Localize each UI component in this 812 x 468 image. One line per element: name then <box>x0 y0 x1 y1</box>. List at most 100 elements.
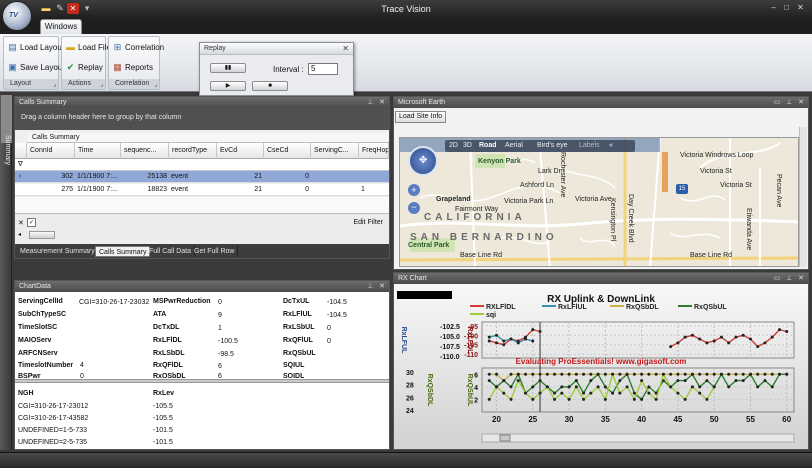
tab-get-full-row[interactable]: Get Full Row <box>191 246 239 257</box>
summary-side-tab[interactable]: Summary <box>1 95 12 165</box>
map-style-birds-eye[interactable]: Bird's eye <box>537 140 568 152</box>
table-row[interactable]: 275 1/1/1900 7:... 18823 event 21 0 1 <box>15 184 389 196</box>
map-compass-control[interactable]: ✥ <box>408 146 438 176</box>
map-mode-3d[interactable]: 3D <box>463 140 472 152</box>
bottom-series-0-point <box>524 372 528 376</box>
map-view[interactable]: 2D 3D Road Aerial Bird's eye Labels « ✥ … <box>399 137 799 267</box>
stop-icon: ■ <box>268 83 272 89</box>
scroll-left-icon[interactable]: ◂ <box>18 231 21 238</box>
earth-vertical-scrollbar[interactable] <box>799 127 807 267</box>
bottom-series-1-point <box>727 385 731 389</box>
save-layout-icon: ▣ <box>8 62 17 72</box>
column-header-recordtype[interactable]: recordType <box>169 143 217 159</box>
bottom-series-2-point <box>545 385 549 389</box>
minimize-icon[interactable]: – <box>768 3 779 13</box>
load-file-button[interactable]: ▬ Load File <box>64 42 111 54</box>
reports-button[interactable]: ▦ Reports <box>111 62 153 74</box>
filter-row[interactable]: ∇ <box>15 159 389 171</box>
cd-key: BSPwr <box>18 373 41 378</box>
map-mode-2d[interactable]: 2D <box>449 140 458 152</box>
reports-icon: ▦ <box>113 62 122 72</box>
status-bar <box>0 452 812 468</box>
bottom-series-0-point <box>618 372 622 376</box>
correlation-dialog-launcher-icon[interactable]: ⌟ <box>154 81 157 88</box>
tab-measurement-summary[interactable]: Measurement Summary <box>17 246 99 257</box>
play-icon: ▶ <box>225 83 231 89</box>
edit-filter-link[interactable]: Edit Filter <box>353 219 383 226</box>
column-header-connid[interactable]: ConnId <box>27 143 75 159</box>
bottom-series-2-point <box>495 385 499 389</box>
column-header-evcd[interactable]: EvCd <box>217 143 264 159</box>
column-header-csecd[interactable]: CseCd <box>264 143 311 159</box>
maximize-icon[interactable]: □ <box>781 3 792 13</box>
chartdata-pin-icon[interactable]: ⊥ <box>365 281 375 292</box>
bottom-series-1-point <box>690 372 694 376</box>
group-by-area[interactable]: Drag a column header here to group by th… <box>15 108 389 130</box>
load-site-info-button[interactable]: Load Site Info <box>395 111 447 123</box>
actions-dialog-launcher-icon[interactable]: ⌟ <box>100 81 103 88</box>
top-series-2-point <box>763 341 767 345</box>
map-toolbar: 2D 3D Road Aerial Bird's eye Labels « <box>445 140 635 152</box>
cell-servingc <box>311 184 359 196</box>
chartdata-splitter[interactable] <box>15 379 389 383</box>
clear-filter-icon[interactable]: ✕ <box>18 219 24 227</box>
replay-button[interactable]: ✔ Replay <box>64 62 103 74</box>
chartdata-close-icon[interactable]: ✕ <box>377 281 387 292</box>
tab-full-call-data[interactable]: Full Call Data <box>146 246 196 257</box>
rx-chart[interactable]: RX Uplink & DownLinkRXLFlDL RxLFlUL RxQSbD… <box>394 284 808 449</box>
column-header-servingc[interactable]: ServingC... <box>311 143 359 159</box>
load-layout-button[interactable]: ▤ Load Layout <box>6 42 64 54</box>
bottom-series-0-point <box>676 372 680 376</box>
tab-calls-summary[interactable]: Calls Summary <box>95 246 151 257</box>
bottom-series-0-point <box>669 372 673 376</box>
map-style-road[interactable]: Road <box>479 140 497 152</box>
rx-pin-icon[interactable]: ⊥ <box>784 273 794 284</box>
earth-restore-icon[interactable]: ▭ <box>772 97 782 108</box>
bottom-series-2-point <box>574 385 578 389</box>
calls-summary-close-icon[interactable]: ✕ <box>377 97 387 108</box>
bottom-series-1-point <box>509 385 513 389</box>
bottom-series-2-point <box>683 397 687 401</box>
pause-button[interactable]: ▮▮ <box>210 63 246 73</box>
rx-restore-icon[interactable]: ▭ <box>772 273 782 284</box>
chartdata-title: ChartData <box>19 283 51 290</box>
bottom-series-0-point <box>582 372 586 376</box>
zoom-in-button[interactable]: + <box>408 184 420 196</box>
stop-button[interactable]: ■ <box>252 81 288 91</box>
earth-pin-icon[interactable]: ⊥ <box>784 97 794 108</box>
chart-legend-swatch-black <box>397 291 452 299</box>
bottom-series-1-point <box>785 372 789 376</box>
map-labels-toggle[interactable]: Labels <box>579 140 600 152</box>
map-collapse-toolbar[interactable]: « <box>609 140 613 152</box>
chartdata-header: ChartData <box>15 281 389 292</box>
column-header-time[interactable]: Time <box>75 143 121 159</box>
close-window-icon[interactable]: ✕ <box>795 3 806 13</box>
column-header-freqhop[interactable]: FreqHop <box>359 143 389 159</box>
horizontal-scrollbar-thumb[interactable] <box>29 231 55 239</box>
ngh-cell: CGI=310-26-17-43582 <box>18 415 89 422</box>
map-style-aerial[interactable]: Aerial <box>505 140 523 152</box>
column-header-sequence[interactable]: sequenc... <box>121 143 169 159</box>
layout-dialog-launcher-icon[interactable]: ⌟ <box>53 81 56 88</box>
filter-icon[interactable]: ∇ <box>18 159 23 171</box>
chartdata-panel: ChartData ⊥ ✕ ServingCellId CGI=310-26-1… <box>14 280 390 450</box>
calls-summary-pin-icon[interactable]: ⊥ <box>365 97 375 108</box>
interval-input[interactable]: 5 <box>308 63 338 75</box>
cd-key: DcTxDL <box>153 324 180 331</box>
correlation-group-label: Correlation <box>109 79 159 89</box>
earth-close-icon[interactable]: ✕ <box>796 97 806 108</box>
bottom-series-2-point <box>698 391 702 395</box>
application-menu-orb[interactable]: TV <box>2 1 32 31</box>
tab-windows[interactable]: Windows <box>40 19 82 34</box>
interval-label: Interval : <box>273 65 304 74</box>
correlation-button[interactable]: ⊞ Correlation <box>111 42 164 54</box>
table-row[interactable]: › 302 1/1/1900 7:... 25138 event 21 0 <box>15 171 389 183</box>
rx-close-icon[interactable]: ✕ <box>796 273 806 284</box>
map-label: Rochester Ave <box>559 152 566 198</box>
play-button[interactable]: ▶ <box>210 81 246 91</box>
replay-close-icon[interactable]: ✕ <box>342 44 349 53</box>
cd-key: RxLSbDL <box>153 350 185 357</box>
save-layout-button[interactable]: ▣ Save Layout <box>6 62 64 74</box>
zoom-out-button[interactable]: − <box>408 202 420 214</box>
filter-enabled-checkbox[interactable]: ✓ <box>27 218 36 227</box>
